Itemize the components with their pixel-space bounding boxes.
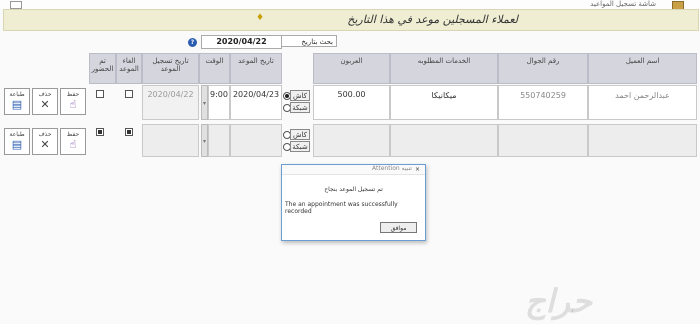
print-label: طباعة bbox=[9, 91, 25, 98]
cell-mobile[interactable] bbox=[498, 124, 588, 157]
col-header-services: الخدمات المطلوبه bbox=[390, 53, 498, 84]
cell-appt-date[interactable] bbox=[230, 124, 282, 157]
dialog-titlebar: Attention تنبيه bbox=[282, 165, 425, 175]
cell-deposit[interactable] bbox=[313, 124, 390, 157]
printer-icon: ▤ bbox=[11, 138, 23, 151]
attended-checkbox[interactable] bbox=[96, 128, 104, 136]
cell-mobile[interactable]: 550740259 bbox=[498, 85, 588, 120]
cell-deposit[interactable]: 500.00 bbox=[313, 85, 390, 120]
help-icon[interactable]: ? bbox=[188, 38, 197, 47]
cash-button[interactable]: كاش bbox=[290, 90, 310, 101]
dialog-message-arabic: تم تسجيل الموعد بنجاح bbox=[324, 186, 383, 193]
page-banner: ♦ لعملاء المسجلين موعد في هذا التاريخ bbox=[3, 9, 699, 31]
col-header-appt-date: تاريخ الموعد bbox=[230, 53, 282, 84]
time-dropdown-arrow-icon[interactable]: ▾ bbox=[201, 85, 208, 120]
attended-checkbox[interactable] bbox=[96, 90, 104, 98]
save-button[interactable]: حفظ ☝ bbox=[60, 128, 86, 155]
delete-button[interactable]: حذف ✕ bbox=[32, 128, 58, 155]
dialog-ok-button[interactable]: موافق bbox=[380, 222, 417, 233]
cancel-checkbox[interactable] bbox=[125, 90, 133, 98]
cell-time[interactable] bbox=[208, 124, 230, 157]
time-dropdown-arrow-icon[interactable]: ▾ bbox=[201, 124, 208, 157]
window-title: شاشة تسجيل المواعيد bbox=[590, 0, 656, 8]
print-button[interactable]: طباعة ▤ bbox=[4, 128, 30, 155]
search-by-date-label: بحث بتاريخ bbox=[281, 35, 337, 47]
cell-customer-name[interactable] bbox=[588, 124, 697, 157]
save-button[interactable]: حفظ ☝ bbox=[60, 88, 86, 115]
network-button[interactable]: شبكة bbox=[290, 141, 310, 152]
col-header-attended: تم الحضور bbox=[89, 53, 116, 84]
close-icon: ✕ bbox=[40, 98, 50, 111]
delete-button[interactable]: حذف ✕ bbox=[32, 88, 58, 115]
delete-label: حذف bbox=[38, 131, 52, 138]
search-date-input[interactable]: 2020/04/22 bbox=[201, 35, 282, 49]
network-button[interactable]: شبكة bbox=[290, 102, 310, 113]
cancel-checkbox[interactable] bbox=[125, 128, 133, 136]
cash-button[interactable]: كاش bbox=[290, 129, 310, 140]
cell-reg-date bbox=[142, 124, 199, 157]
close-icon: ✕ bbox=[40, 138, 50, 151]
delete-label: حذف bbox=[38, 91, 52, 98]
save-label: حفظ bbox=[66, 131, 80, 138]
window-titlebar: شاشة تسجيل المواعيد bbox=[0, 0, 700, 10]
col-header-cancel: الغاء الموعد bbox=[116, 53, 142, 84]
printer-icon: ▤ bbox=[11, 98, 23, 111]
hand-pointer-icon: ☝ bbox=[69, 98, 77, 111]
cell-reg-date: 2020/04/22 bbox=[142, 85, 199, 120]
cell-services[interactable]: ميكانيكا bbox=[390, 85, 498, 120]
dialog-close-icon[interactable]: × bbox=[415, 166, 420, 173]
dialog-title: Attention تنبيه bbox=[372, 165, 412, 172]
haraj-watermark-logo: حراج bbox=[525, 282, 592, 320]
print-button[interactable]: طباعة ▤ bbox=[4, 88, 30, 115]
cell-time[interactable]: 9:00 bbox=[208, 85, 230, 120]
attention-dialog: Attention تنبيه × تم تسجيل الموعد بنجاح … bbox=[281, 164, 426, 241]
cell-appt-date[interactable]: 2020/04/23 bbox=[230, 85, 282, 120]
dialog-message-english: The an appointment was successfully reco… bbox=[285, 201, 398, 215]
save-label: حفظ bbox=[66, 91, 80, 98]
col-header-time: الوقت bbox=[199, 53, 230, 84]
cell-services[interactable] bbox=[390, 124, 498, 157]
window-icon bbox=[10, 1, 22, 9]
col-header-mobile: رقم الجوال bbox=[498, 53, 588, 84]
col-header-customer-name: اسم العميل bbox=[588, 53, 697, 84]
cell-customer-name[interactable]: عبدالرحمن احمد bbox=[588, 85, 697, 120]
col-header-deposit: العربون bbox=[313, 53, 390, 84]
col-header-reg-date: تاريخ تسجيل الموعد bbox=[142, 53, 199, 84]
hand-pointer-icon: ☝ bbox=[69, 138, 77, 151]
banner-mark: ♦ bbox=[256, 13, 265, 23]
print-label: طباعة bbox=[9, 131, 25, 138]
page-title: لعملاء المسجلين موعد في هذا التاريخ bbox=[347, 13, 518, 26]
